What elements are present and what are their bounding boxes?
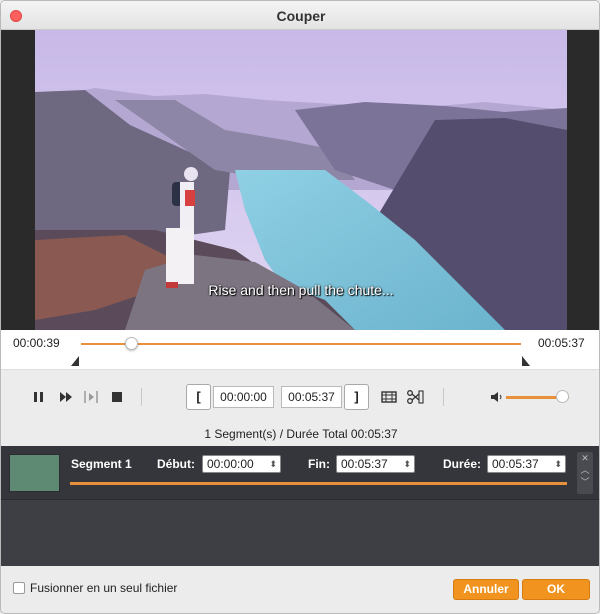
chevron-down-icon[interactable]: ﹀ [577,476,593,488]
stepper-arrows-icon[interactable]: ⬍ [554,456,562,472]
end-time-field[interactable]: 00:05:37 [281,386,342,408]
timeline: 00:00:39 00:05:37 [1,330,599,370]
segment-start-stepper[interactable]: 00:00:00 ⬍ [202,455,281,473]
segment-range-bar [70,482,567,485]
divider [443,388,444,406]
segment-start-value: 00:00:00 [207,457,254,471]
total-time: 00:05:37 [538,336,585,350]
playhead-handle[interactable] [124,337,138,350]
video-subtitle: Rise and then pull the chute... [208,282,394,298]
current-time: 00:00:39 [13,336,60,350]
segment-list: Segment 1 Début: 00:00:00 ⬍ Fin: 00:05:3… [1,446,599,566]
segment-thumbnail [9,454,60,492]
segment-end-label: Fin: [308,457,330,471]
cut-window: Couper Rise and then pull the chute... 0… [0,0,600,614]
merge-label: Fusionner en un seul fichier [30,581,178,595]
start-marker-handle[interactable] [71,356,79,366]
title-bar: Couper [1,1,599,30]
video-preview: Rise and then pull the chute... [1,30,599,330]
segment-duration-label: Durée: [443,457,482,471]
set-end-button[interactable]: ] [344,384,369,410]
stepper-arrows-icon[interactable]: ⬍ [403,456,411,472]
merge-checkbox[interactable] [13,582,25,594]
segment-end-stepper[interactable]: 00:05:37 ⬍ [336,455,415,473]
divider [141,388,142,406]
pause-icon[interactable] [29,387,49,407]
split-scissors-icon[interactable] [405,387,425,407]
start-time-field[interactable]: 00:00:00 [213,386,274,408]
footer: Fusionner en un seul fichier Annuler OK [1,567,599,613]
segment-start-label: Début: [157,457,195,471]
chevron-up-icon[interactable]: ︿ [577,464,593,476]
step-frame-icon[interactable] [81,387,101,407]
timeline-track[interactable] [81,343,521,345]
ok-button[interactable]: OK [522,579,590,600]
stepper-arrows-icon[interactable]: ⬍ [269,456,277,472]
set-start-button[interactable]: [ [186,384,211,410]
segment-name: Segment 1 [71,457,132,471]
playback-controls: [ 00:00:00 00:05:37 ] [1,371,599,423]
video-frame: Rise and then pull the chute... [35,30,567,330]
fast-forward-icon[interactable] [56,387,76,407]
segment-row[interactable]: Segment 1 Début: 00:00:00 ⬍ Fin: 00:05:3… [1,446,599,500]
close-icon[interactable]: ✕ [577,452,593,464]
stop-icon[interactable] [107,387,127,407]
segment-scroll-control[interactable]: ✕ ︿ ﹀ [577,452,593,494]
segment-summary: 1 Segment(s) / Durée Total 00:05:37 [204,427,398,441]
window-title: Couper [276,8,326,24]
volume-slider-handle[interactable] [555,390,569,403]
segment-duration-stepper[interactable]: 00:05:37 ⬍ [487,455,566,473]
end-marker-handle[interactable] [522,356,530,366]
volume-icon[interactable] [490,390,504,404]
segment-duration-value: 00:05:37 [492,457,539,471]
film-clip-icon[interactable] [379,387,399,407]
segment-end-value: 00:05:37 [341,457,388,471]
cancel-button[interactable]: Annuler [453,579,519,600]
